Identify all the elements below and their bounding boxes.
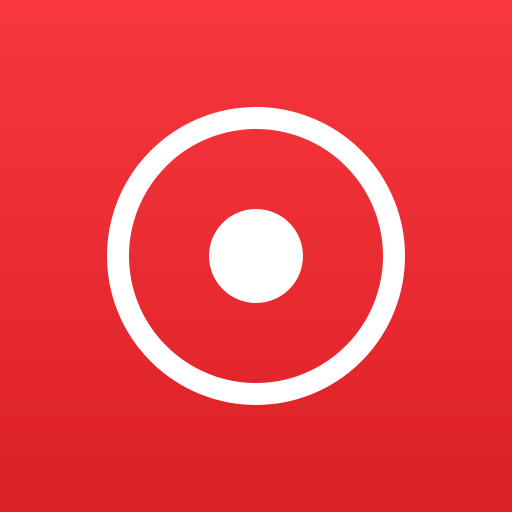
app-icon-background (0, 0, 512, 512)
record-center-dot (209, 209, 303, 303)
record-icon (107, 107, 405, 405)
